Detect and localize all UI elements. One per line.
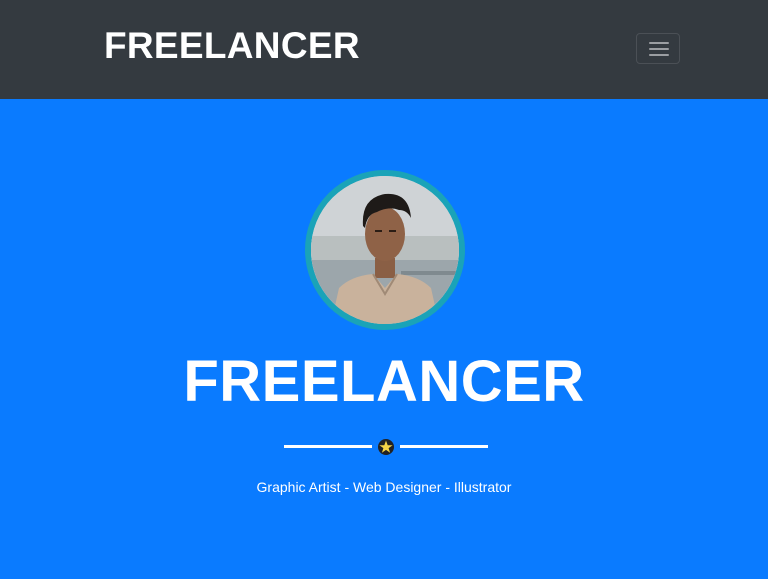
masthead: FREELANCER Graphic Artist - Web Designer… [0, 99, 768, 579]
divider-line-left [284, 445, 372, 448]
hamburger-menu-icon [649, 42, 669, 56]
star-icon [378, 439, 394, 455]
star-divider [284, 438, 488, 456]
navbar: FREELANCER [0, 0, 768, 99]
avatar [305, 170, 465, 330]
subtitle: Graphic Artist - Web Designer - Illustra… [256, 479, 512, 495]
brand-logo[interactable]: FREELANCER [104, 24, 360, 68]
profile-photo [311, 176, 459, 324]
menu-toggle-button[interactable] [636, 33, 680, 64]
page-title: FREELANCER [183, 349, 585, 414]
divider-line-right [400, 445, 488, 448]
